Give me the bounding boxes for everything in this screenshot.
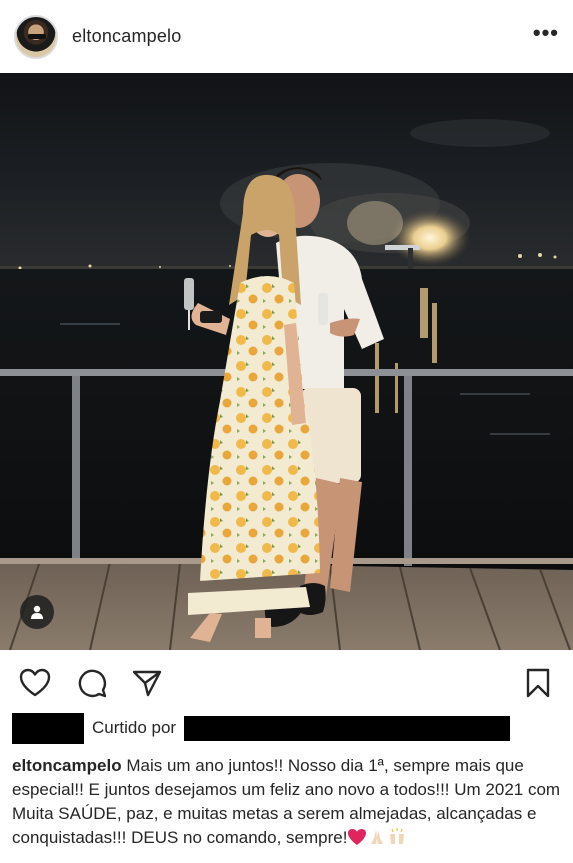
redacted-names <box>184 715 511 741</box>
post-header: eltoncampelo ••• <box>0 0 573 73</box>
post-action-bar <box>0 650 573 712</box>
liked-by-label[interactable]: Curtido por <box>92 718 176 738</box>
avatar[interactable] <box>14 14 58 59</box>
caption-username[interactable]: eltoncampelo <box>12 756 122 775</box>
post-photo[interactable] <box>0 73 573 650</box>
bookmark-icon[interactable] <box>521 666 555 700</box>
post-username[interactable]: eltoncampelo <box>72 26 181 47</box>
raising-hands-icon <box>390 828 405 844</box>
folded-hands-icon <box>371 830 384 844</box>
person-tag-icon[interactable] <box>20 595 54 629</box>
paper-plane-icon[interactable] <box>130 666 164 700</box>
liked-by-row: Curtido por <box>12 712 572 744</box>
heart-outline-icon[interactable] <box>18 666 52 700</box>
more-options-icon[interactable]: ••• <box>533 21 559 52</box>
comment-bubble-icon[interactable] <box>75 666 109 700</box>
redacted-avatar <box>12 712 84 744</box>
post-caption: eltoncampelo Mais um ano juntos!! Nosso … <box>12 754 562 850</box>
red-heart-icon <box>348 829 367 845</box>
